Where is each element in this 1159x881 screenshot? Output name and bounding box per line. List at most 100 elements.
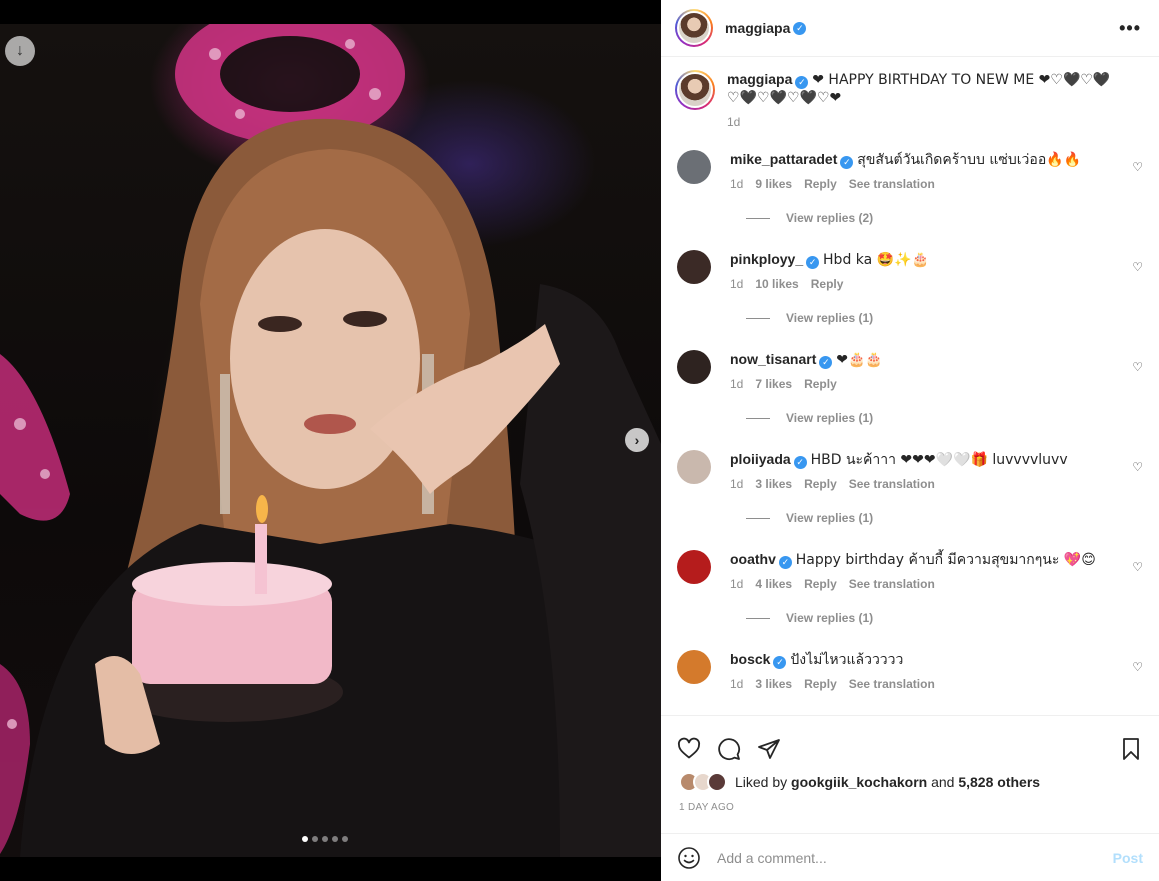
liker-avatar — [707, 772, 727, 792]
caption-text: ❤ HAPPY BIRTHDAY TO NEW ME ❤♡🖤♡🖤 — [812, 72, 1111, 88]
comment-likes[interactable]: 4 likes — [755, 575, 792, 593]
comment-item: ploiiyada ✓ HBD นะค้าาา ❤❤❤🤍🤍🎁 luvvvvluvv… — [661, 450, 1159, 550]
view-replies-button[interactable]: View replies (2) — [746, 211, 1143, 225]
bookmark-icon[interactable] — [1119, 737, 1143, 761]
commenter-username[interactable]: bosck — [730, 651, 770, 667]
action-bar — [661, 716, 1159, 768]
replies-divider — [746, 317, 770, 319]
commenter-avatar[interactable] — [677, 550, 711, 584]
view-replies-label: View replies (1) — [786, 511, 874, 525]
author-avatar[interactable] — [675, 9, 713, 47]
comment-item: pinkployy_ ✓ Hbd ka 🤩✨🎂 1d 10 likes Reply… — [661, 250, 1159, 350]
verified-badge-icon: ✓ — [793, 21, 807, 35]
comment-like-icon[interactable]: ♡ — [1132, 160, 1143, 174]
see-translation-link[interactable]: See translation — [849, 575, 935, 593]
comment-like-icon[interactable]: ♡ — [1132, 360, 1143, 374]
see-translation-link[interactable]: See translation — [849, 475, 935, 493]
comments-list[interactable]: maggiapa ✓ ❤ HAPPY BIRTHDAY TO NEW ME ❤♡🖤… — [661, 58, 1159, 715]
liker-username[interactable]: gookgiik_kochakorn — [791, 774, 927, 790]
post-photo — [0, 24, 661, 857]
comment-time[interactable]: 1d — [730, 275, 743, 293]
share-icon[interactable] — [757, 737, 781, 761]
post-caption: maggiapa ✓ ❤ HAPPY BIRTHDAY TO NEW ME ❤♡🖤… — [661, 58, 1159, 150]
reply-button[interactable]: Reply — [804, 375, 837, 393]
commenter-avatar[interactable] — [677, 150, 711, 184]
reply-button[interactable]: Reply — [811, 275, 844, 293]
comment-likes[interactable]: 7 likes — [755, 375, 792, 393]
comment-likes[interactable]: 3 likes — [755, 475, 792, 493]
caption-username[interactable]: maggiapa — [727, 71, 792, 87]
carousel-dot — [342, 836, 348, 842]
commenter-avatar[interactable] — [677, 650, 711, 684]
see-translation-link[interactable]: See translation — [849, 175, 935, 193]
commenter-username[interactable]: now_tisanart — [730, 351, 816, 367]
likes-count[interactable]: 5,828 others — [958, 774, 1040, 790]
heart-icon[interactable] — [677, 737, 701, 761]
comment-icon[interactable] — [717, 737, 741, 761]
comment-time[interactable]: 1d — [730, 375, 743, 393]
commenter-username[interactable]: ploiiyada — [730, 451, 791, 467]
reply-button[interactable]: Reply — [804, 675, 837, 693]
commenter-username[interactable]: ooathv — [730, 551, 776, 567]
verified-badge-icon: ✓ — [840, 155, 854, 169]
download-icon[interactable]: ↓ — [5, 36, 35, 66]
commenter-avatar[interactable] — [677, 250, 711, 284]
reply-button[interactable]: Reply — [804, 475, 837, 493]
view-replies-button[interactable]: View replies (1) — [746, 511, 1143, 525]
author-username[interactable]: maggiapa — [725, 20, 790, 36]
author-avatar[interactable] — [675, 70, 715, 110]
comment-time[interactable]: 1d — [730, 675, 743, 693]
verified-badge-icon: ✓ — [806, 255, 820, 269]
comment-likes[interactable]: 3 likes — [755, 675, 792, 693]
comment-likes[interactable]: 10 likes — [755, 275, 798, 293]
chevron-right-icon[interactable]: › — [625, 428, 649, 452]
reply-button[interactable]: Reply — [804, 575, 837, 593]
likes-prefix: Liked by — [735, 774, 788, 790]
commenter-avatar[interactable] — [677, 350, 711, 384]
verified-badge-icon: ✓ — [778, 555, 792, 569]
view-replies-button[interactable]: View replies (1) — [746, 611, 1143, 625]
comment-like-icon[interactable]: ♡ — [1132, 460, 1143, 474]
comment-like-icon[interactable]: ♡ — [1132, 560, 1143, 574]
view-replies-button[interactable]: View replies (1) — [746, 411, 1143, 425]
commenter-avatar[interactable] — [677, 450, 711, 484]
commenter-username[interactable]: pinkployy_ — [730, 251, 803, 267]
post-media[interactable]: ↓ › — [0, 24, 661, 857]
comment-text: สุขสันต์วันเกิดคร้าบบ แซ่บเว่ออ🔥🔥 — [857, 152, 1082, 168]
post-side-panel: maggiapa ✓ ••• maggiapa ✓ ❤ HAPPY BIRTHDA… — [661, 0, 1159, 881]
replies-divider — [746, 617, 770, 619]
comment-text: Hbd ka 🤩✨🎂 — [823, 252, 929, 268]
comment-item: bosck ✓ ปังไม่ไหวแล้ววววว 1d 3 likes Repl… — [661, 650, 1159, 715]
comment-like-icon[interactable]: ♡ — [1132, 260, 1143, 274]
comment-item: ooathv ✓ Happy birthday ค้าบกี้ มีความสุข… — [661, 550, 1159, 650]
see-translation-link[interactable]: See translation — [849, 675, 935, 693]
caption-text-line2: ♡🖤♡🖤♡🖤♡❤ — [727, 90, 842, 106]
comment-input[interactable] — [717, 849, 1113, 866]
commenter-username[interactable]: mike_pattaradet — [730, 151, 837, 167]
verified-badge-icon: ✓ — [795, 75, 809, 89]
comment-likes[interactable]: 9 likes — [755, 175, 792, 193]
likes-summary: Liked by gookgiik_kochakorn and 5,828 ot… — [661, 768, 1159, 796]
replies-divider — [746, 417, 770, 419]
carousel-dot — [302, 836, 308, 842]
view-replies-label: View replies (2) — [786, 211, 874, 225]
post-viewer: ↓ › maggiapa ✓ ••• maggiapa ✓ ❤ HAPPY BI… — [0, 0, 1159, 881]
comment-text: ❤🎂🎂 — [836, 352, 883, 368]
caption-time[interactable]: 1d — [727, 113, 1127, 131]
reply-button[interactable]: Reply — [804, 175, 837, 193]
post-time[interactable]: 1 DAY AGO — [661, 796, 1159, 813]
comment-like-icon[interactable]: ♡ — [1132, 660, 1143, 674]
post-comment-button[interactable]: Post — [1113, 850, 1143, 866]
carousel-dot — [322, 836, 328, 842]
post-header: maggiapa ✓ ••• — [661, 0, 1159, 57]
more-options-icon[interactable]: ••• — [1119, 18, 1141, 39]
comment-time[interactable]: 1d — [730, 475, 743, 493]
comment-text: Happy birthday ค้าบกี้ มีความสุขมากๆนะ 💖… — [795, 552, 1096, 568]
verified-badge-icon: ✓ — [773, 655, 787, 669]
comment-time[interactable]: 1d — [730, 575, 743, 593]
view-replies-label: View replies (1) — [786, 411, 874, 425]
view-replies-button[interactable]: View replies (1) — [746, 311, 1143, 325]
emoji-icon[interactable] — [677, 846, 701, 870]
comment-time[interactable]: 1d — [730, 175, 743, 193]
carousel-indicator — [302, 836, 348, 842]
